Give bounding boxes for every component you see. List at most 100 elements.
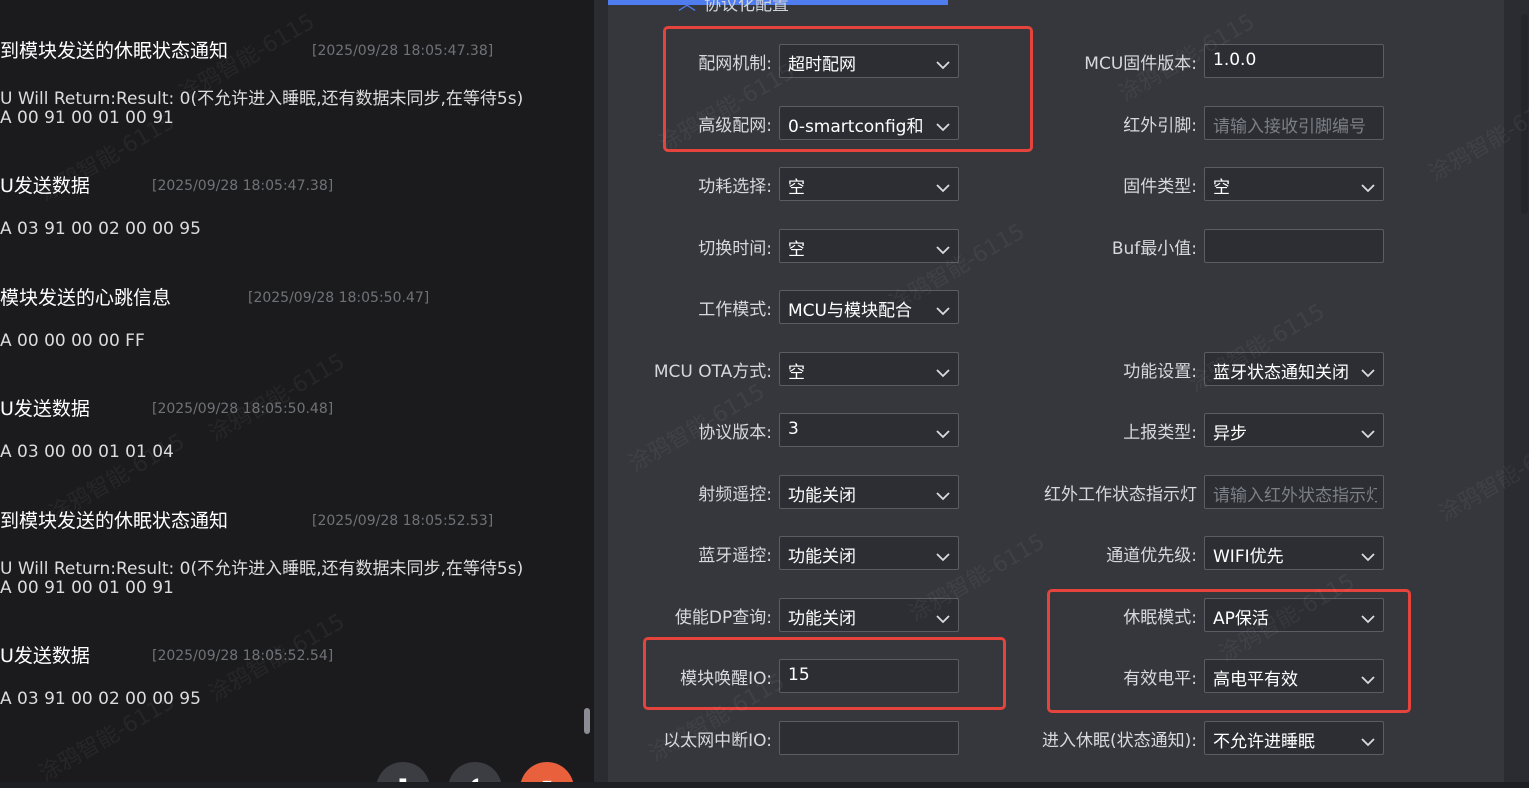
log-entry-line: A 00 91 00 01 00 91 <box>0 108 174 128</box>
chevron-down-icon[interactable] <box>936 486 950 500</box>
log-entry-line: U Will Return:Result: 0(不允许进入睡眠,还有数据未同步,… <box>0 89 524 109</box>
field-label: 功耗选择: <box>698 177 772 197</box>
log-entry-timestamp: [2025/09/28 18:05:52.53] <box>312 513 494 529</box>
chevron-down-icon[interactable] <box>936 424 950 439</box>
select-dropdown[interactable]: 不允许进睡眠 <box>1204 720 1384 755</box>
select-dropdown[interactable]: MCU与模块配合 <box>779 290 959 324</box>
select-dropdown[interactable]: 功能关闭 <box>779 474 959 509</box>
field-placeholder: 请输入红外状态指示灯 <box>1213 485 1377 506</box>
action-button-b[interactable]: ◖ <box>448 762 502 782</box>
field-label: 红外工作状态指示灯 <box>1044 484 1197 505</box>
log-entry-timestamp: [2025/09/28 18:05:50.48] <box>152 401 334 417</box>
text-input[interactable]: 请输入接收引脚编号 <box>1204 105 1384 140</box>
field-label: 协议版本: <box>698 423 772 443</box>
field-label: MCU固件版本: <box>1084 54 1197 74</box>
select-dropdown[interactable]: 空 <box>779 228 959 263</box>
field-value: MCU与模块配合 <box>788 301 912 321</box>
log-entry-title: 模块发送的心跳信息 <box>0 287 172 309</box>
field-value: 空 <box>1213 178 1230 198</box>
field-value: 功能关闭 <box>788 547 856 567</box>
select-dropdown[interactable]: 功能关闭 <box>779 597 959 632</box>
chevron-down-icon[interactable] <box>1361 547 1375 562</box>
log-scrollbar[interactable] <box>584 708 590 734</box>
log-entry-title: U发送数据 <box>0 398 90 420</box>
select-dropdown[interactable]: 3 <box>779 413 959 447</box>
action-a-icon: ▮ <box>376 774 430 782</box>
chevron-down-icon[interactable] <box>936 363 950 377</box>
action-button-c[interactable]: ▾ <box>520 762 574 782</box>
field-label: 以太网中断IO: <box>663 730 772 751</box>
field-value: 空 <box>788 239 805 260</box>
highlight-wakeup-io <box>643 637 1006 710</box>
chevron-down-icon[interactable] <box>936 178 950 193</box>
log-entry-title: U发送数据 <box>0 645 90 667</box>
text-input[interactable]: 请输入红外状态指示灯 <box>1204 474 1384 509</box>
field-placeholder: 请输入接收引脚编号 <box>1213 116 1366 137</box>
section-header[interactable]: ︿ 协议化配置 <box>678 0 789 16</box>
log-entry-title: U发送数据 <box>0 175 90 197</box>
config-scrollbar[interactable] <box>1521 14 1528 214</box>
chevron-down-icon[interactable] <box>936 609 950 623</box>
field-label: 功能设置: <box>1123 361 1197 382</box>
log-entry-line: A 00 91 00 01 00 91 <box>0 578 174 598</box>
highlight-sleep-mode <box>1047 589 1411 713</box>
log-entry-title: 到模块发送的休眠状态通知 <box>0 510 229 532</box>
section-title: 协议化配置 <box>704 0 789 15</box>
chevron-down-icon[interactable] <box>936 240 950 254</box>
log-entry-line: U Will Return:Result: 0(不允许进入睡眠,还有数据未同步,… <box>0 559 524 579</box>
field-value: 1.0.0 <box>1213 50 1257 70</box>
log-entry-timestamp: [2025/09/28 18:05:50.47] <box>248 290 430 306</box>
highlight-network-config <box>663 26 1033 152</box>
field-value: 3 <box>788 419 799 439</box>
text-input[interactable]: 1.0.0 <box>1204 44 1384 78</box>
field-label: 切换时间: <box>698 238 772 259</box>
field-label: 使能DP查询: <box>674 607 772 628</box>
log-entry-timestamp: [2025/09/28 18:05:47.38] <box>312 43 494 59</box>
field-label: 蓝牙遥控: <box>698 546 772 566</box>
action-c-icon: ▾ <box>520 774 574 782</box>
field-value: 不允许进睡眠 <box>1213 731 1315 752</box>
field-label: 固件类型: <box>1123 177 1197 197</box>
log-entry-timestamp: [2025/09/28 18:05:52.54] <box>152 648 334 664</box>
field-label: 工作模式: <box>698 300 772 320</box>
chevron-down-icon[interactable] <box>936 547 950 562</box>
text-input[interactable] <box>1204 228 1384 263</box>
chevron-down-icon[interactable] <box>936 301 950 316</box>
chevron-down-icon[interactable] <box>1361 424 1375 439</box>
log-panel: 到模块发送的休眠状态通知 [2025/09/28 18:05:47.38] U Wi… <box>0 0 594 782</box>
field-value: WIFI优先 <box>1213 547 1284 567</box>
log-entry-timestamp: [2025/09/28 18:05:47.38] <box>152 178 334 194</box>
select-dropdown[interactable]: 蓝牙状态通知关闭 <box>1204 351 1384 386</box>
select-dropdown[interactable]: 功能关闭 <box>779 536 959 570</box>
field-label: 上报类型: <box>1123 423 1197 443</box>
text-input[interactable] <box>779 720 959 755</box>
chevron-down-icon[interactable] <box>1361 732 1375 746</box>
log-entry-title: 到模块发送的休眠状态通知 <box>0 40 229 62</box>
log-entry-line: A 03 00 00 01 01 04 <box>0 442 174 462</box>
select-dropdown[interactable]: WIFI优先 <box>1204 536 1384 570</box>
chevron-down-icon[interactable] <box>1361 363 1375 377</box>
field-value: 空 <box>788 178 805 198</box>
log-entry-line: A 00 00 00 00 FF <box>0 331 145 351</box>
log-entry-line: A 03 91 00 02 00 00 95 <box>0 689 201 709</box>
chevron-down-icon[interactable] <box>1361 178 1375 193</box>
log-entry-line: A 03 91 00 02 00 00 95 <box>0 219 201 239</box>
select-dropdown[interactable]: 空 <box>779 351 959 386</box>
field-value: 功能关闭 <box>788 608 856 629</box>
select-dropdown[interactable]: 空 <box>1204 167 1384 201</box>
select-dropdown[interactable]: 空 <box>779 167 959 201</box>
collapse-icon: ︿ <box>678 0 696 15</box>
field-label: 通道优先级: <box>1106 546 1197 566</box>
field-value: 功能关闭 <box>788 485 856 506</box>
field-label: 进入休眠(状态通知): <box>1042 730 1197 751</box>
field-label: Buf最小值: <box>1111 238 1197 259</box>
field-label: MCU OTA方式: <box>653 361 772 382</box>
field-value: 异步 <box>1213 424 1247 444</box>
select-dropdown[interactable]: 异步 <box>1204 413 1384 447</box>
field-value: 蓝牙状态通知关闭 <box>1213 362 1349 383</box>
action-b-icon: ◖ <box>448 774 502 782</box>
field-value: 空 <box>788 362 805 383</box>
action-button-a[interactable]: ▮ <box>376 762 430 782</box>
field-label: 红外引脚: <box>1123 115 1197 136</box>
field-label: 射频遥控: <box>698 484 772 505</box>
